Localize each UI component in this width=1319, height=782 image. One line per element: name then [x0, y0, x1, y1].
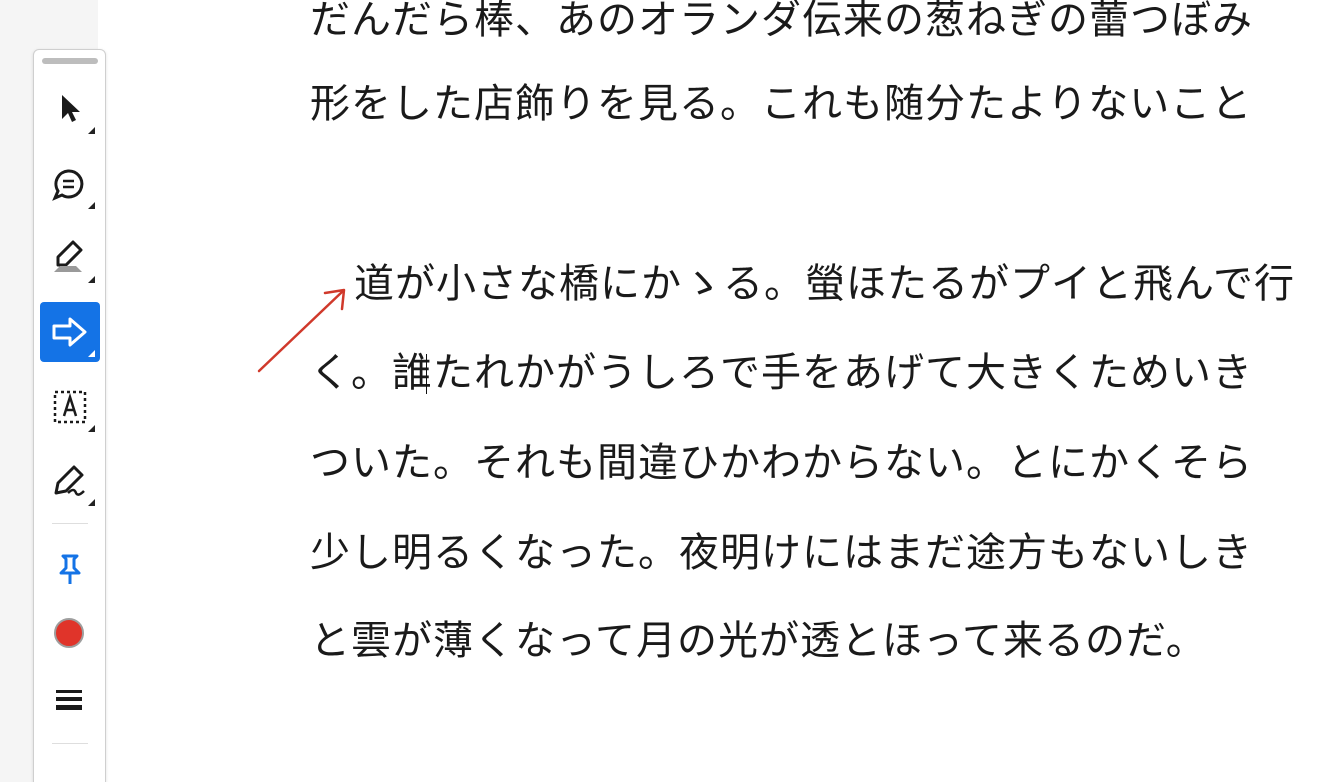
arrow-annotation[interactable] [0, 0, 1319, 782]
pdf-viewer: だんだら棒、あのオランダ伝来の葱ねぎの蕾つぼみ 形をした店飾りを見る。これも随分… [0, 0, 1319, 782]
